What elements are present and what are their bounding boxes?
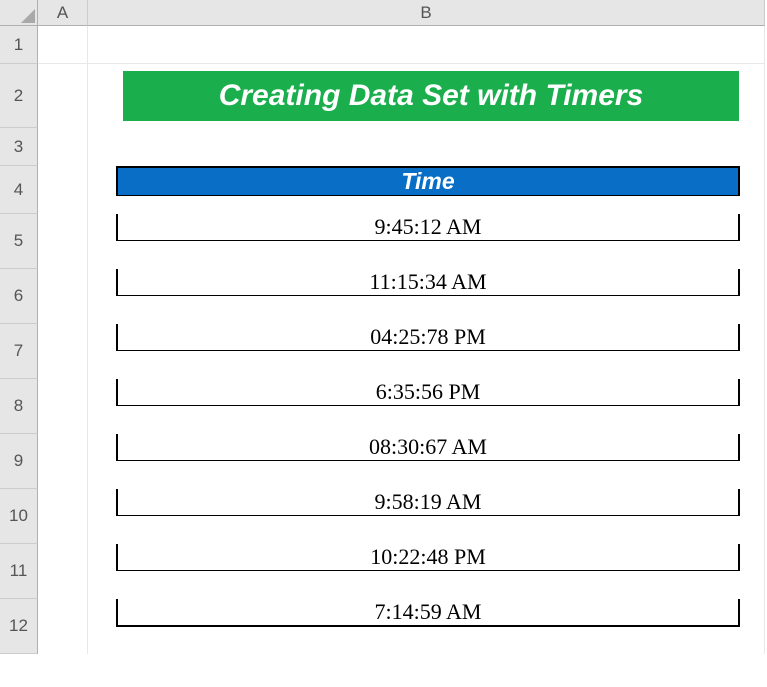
cell-A5[interactable] xyxy=(38,214,88,269)
table-row: 9:58:19 AM xyxy=(116,489,740,516)
row-header-3[interactable]: 3 xyxy=(0,128,38,166)
row-header-4[interactable]: 4 xyxy=(0,166,38,214)
cell-B10[interactable]: 9:58:19 AM xyxy=(88,489,765,544)
select-all-icon xyxy=(21,9,35,23)
row-header-12[interactable]: 12 xyxy=(0,599,38,654)
row-header-10[interactable]: 10 xyxy=(0,489,38,544)
table-row: 9:45:12 AM xyxy=(116,214,740,241)
table-row: 7:14:59 AM xyxy=(116,599,740,627)
cell-B8[interactable]: 6:35:56 PM xyxy=(88,379,765,434)
col-header-A[interactable]: A xyxy=(38,0,88,26)
cell-B11[interactable]: 10:22:48 PM xyxy=(88,544,765,599)
row-header-7[interactable]: 7 xyxy=(0,324,38,379)
cell-A9[interactable] xyxy=(38,434,88,489)
table-header: Time xyxy=(116,166,740,196)
cell-B7[interactable]: 04:25:78 PM xyxy=(88,324,765,379)
cell-A12[interactable] xyxy=(38,599,88,654)
cell-A10[interactable] xyxy=(38,489,88,544)
cell-B12[interactable]: 7:14:59 AM xyxy=(88,599,765,654)
cell-A7[interactable] xyxy=(38,324,88,379)
table-row: 10:22:48 PM xyxy=(116,544,740,571)
row-header-5[interactable]: 5 xyxy=(0,214,38,269)
select-all-corner[interactable] xyxy=(0,0,38,26)
cell-B6[interactable]: 11:15:34 AM xyxy=(88,269,765,324)
table-row: 6:35:56 PM xyxy=(116,379,740,406)
col-header-B[interactable]: B xyxy=(88,0,765,26)
cell-B2[interactable]: Creating Data Set with Timers xyxy=(88,64,765,128)
cell-B5[interactable]: 9:45:12 AM xyxy=(88,214,765,269)
table-row: 11:15:34 AM xyxy=(116,269,740,296)
spreadsheet-grid: A B 1 2 Creating Data Set with Timers 3 … xyxy=(0,0,767,654)
row-header-1[interactable]: 1 xyxy=(0,26,38,64)
cell-A11[interactable] xyxy=(38,544,88,599)
table-row: 04:25:78 PM xyxy=(116,324,740,351)
row-header-2[interactable]: 2 xyxy=(0,64,38,128)
cell-A4[interactable] xyxy=(38,166,88,214)
cell-A6[interactable] xyxy=(38,269,88,324)
row-header-8[interactable]: 8 xyxy=(0,379,38,434)
cell-A3[interactable] xyxy=(38,128,88,166)
title-banner: Creating Data Set with Timers xyxy=(123,71,739,121)
cell-A1[interactable] xyxy=(38,26,88,64)
row-header-11[interactable]: 11 xyxy=(0,544,38,599)
cell-B1[interactable] xyxy=(88,26,765,64)
cell-B4[interactable]: Time xyxy=(88,166,765,214)
table-row: 08:30:67 AM xyxy=(116,434,740,461)
cell-A8[interactable] xyxy=(38,379,88,434)
cell-B3[interactable] xyxy=(88,128,765,166)
cell-A2[interactable] xyxy=(38,64,88,128)
row-header-6[interactable]: 6 xyxy=(0,269,38,324)
row-header-9[interactable]: 9 xyxy=(0,434,38,489)
cell-B9[interactable]: 08:30:67 AM xyxy=(88,434,765,489)
